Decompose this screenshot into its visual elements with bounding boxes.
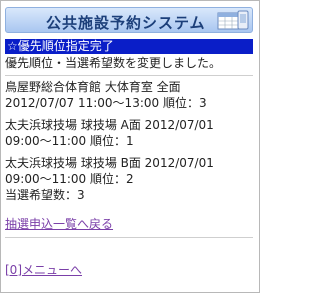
completion-banner: ☆優先順位指定完了 <box>5 39 253 54</box>
winning-count: 当選希望数：3 <box>5 188 85 202</box>
reservation-item-2-schedule: 09:00～11:00 順位：1 <box>5 134 134 148</box>
reservation-item-1-facility: 鳥屋野総合体育館 大体育室 全面 <box>5 80 181 94</box>
divider <box>5 237 253 238</box>
reservation-item-3-schedule: 09:00～11:00 順位：2 <box>5 172 134 186</box>
menu-link[interactable]: [0]メニューへ <box>5 263 82 278</box>
reservation-item-2-facility: 太夫浜球技場 球技場 A面 2012/07/01 <box>5 118 214 132</box>
back-to-lottery-list-link[interactable]: 抽選申込一覧へ戻る <box>5 217 113 232</box>
page-frame: 公共施設予約システム ☆優先順位指定完了 優先順位・当選希望数を変更しました。 … <box>0 0 260 293</box>
reservation-item-3-facility: 太夫浜球技場 球技場 B面 2012/07/01 <box>5 156 214 170</box>
status-message: 優先順位・当選希望数を変更しました。 <box>5 56 222 70</box>
calendar-booking-icon <box>217 10 249 30</box>
app-header: 公共施設予約システム <box>5 7 253 33</box>
divider <box>5 75 253 76</box>
app-title: 公共施設予約システム <box>46 14 206 32</box>
reservation-item-1-schedule: 2012/07/07 11:00～13:00 順位：3 <box>5 96 207 110</box>
